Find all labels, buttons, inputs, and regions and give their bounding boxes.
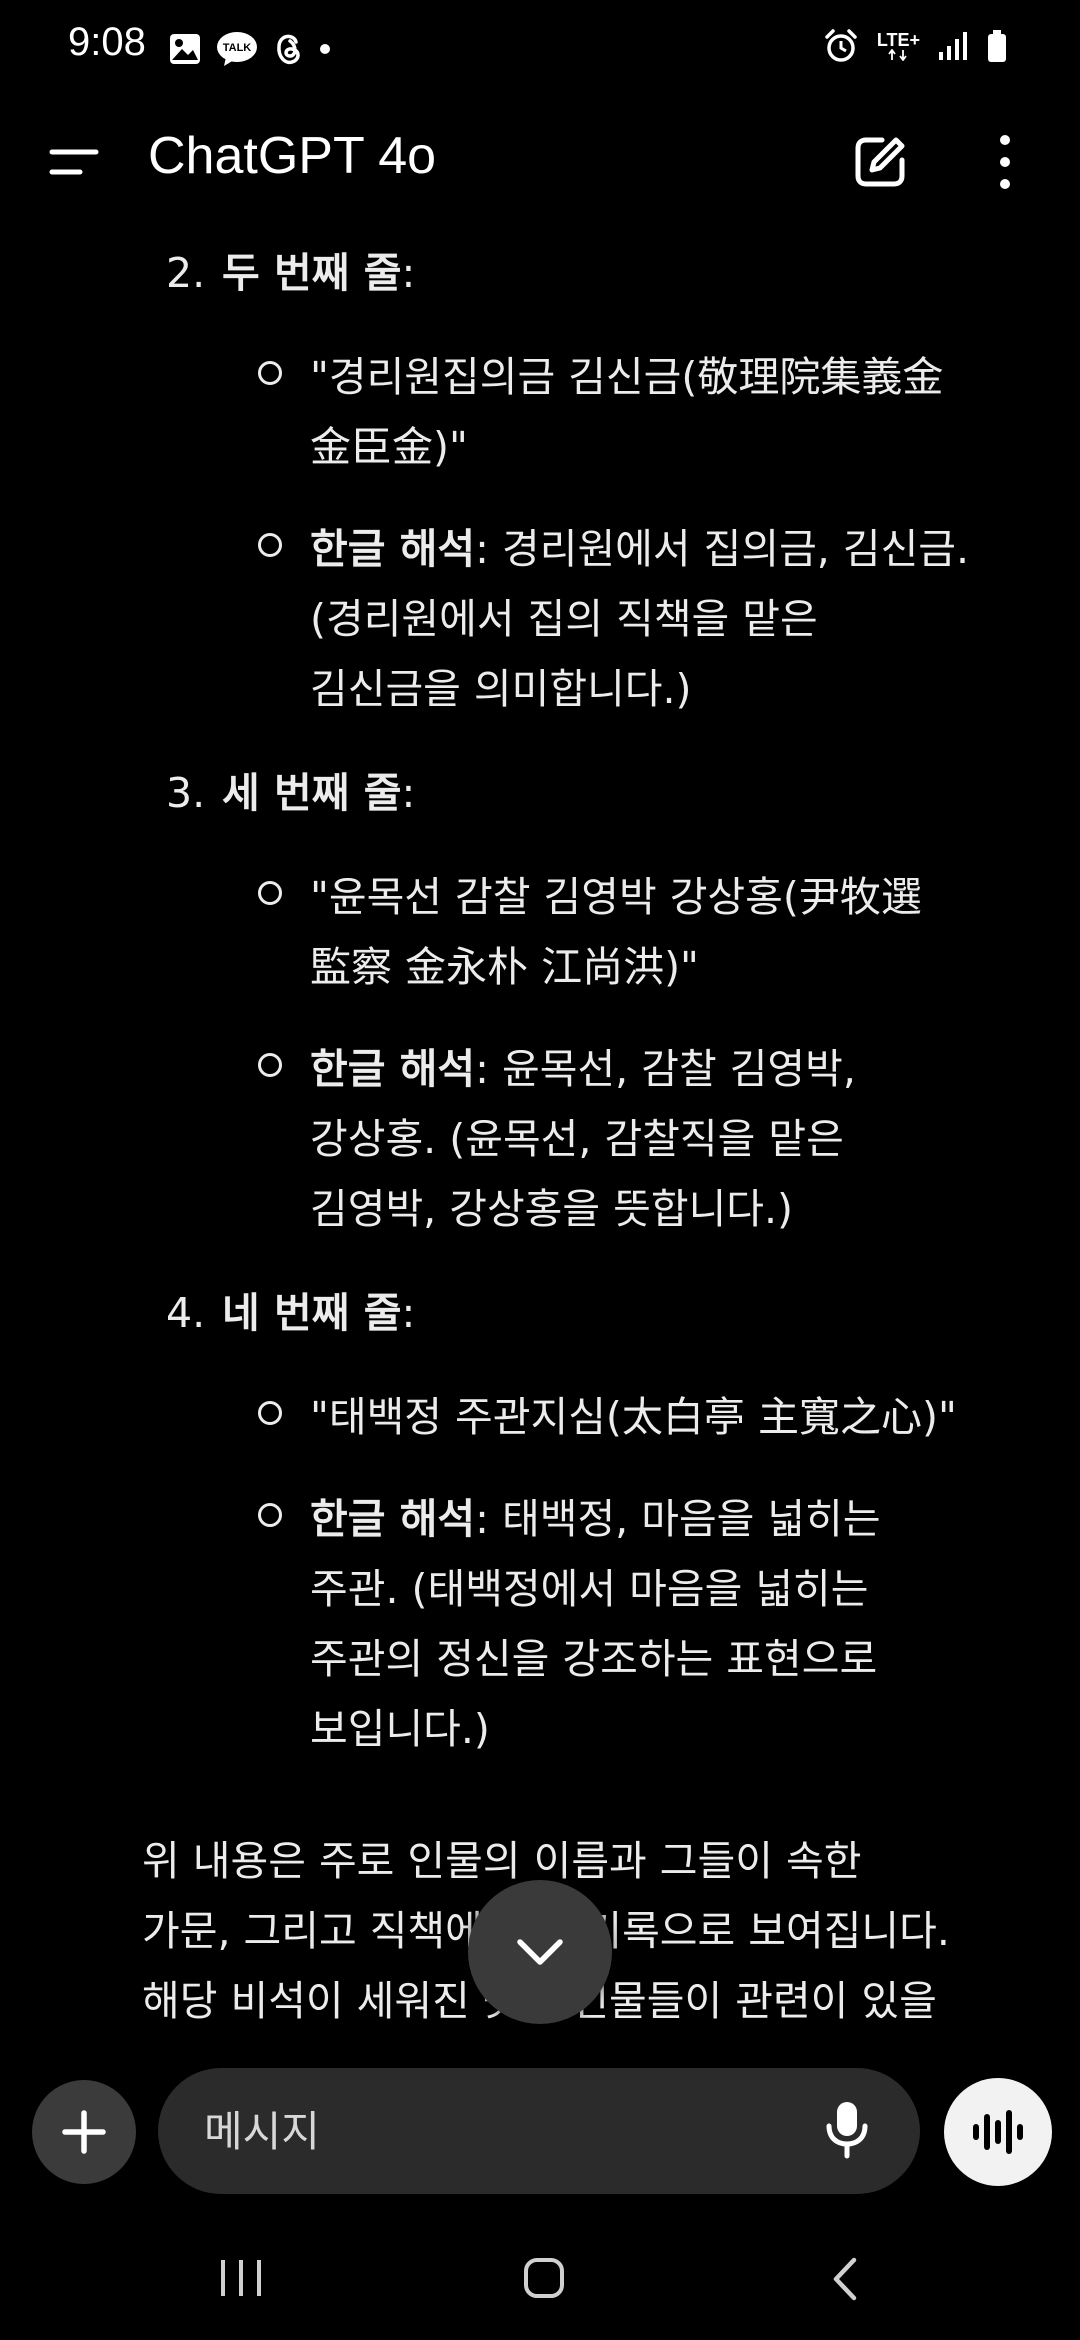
list-item: 4. 네 번째 줄: [166,1278,415,1348]
list-number: 2. [166,249,206,297]
attach-button[interactable] [32,2080,136,2184]
talk-icon: TALK [217,32,257,66]
interpretation-line: : 윤목선, 감찰 김영박, [475,1045,856,1093]
talk-badge-text: TALK [223,42,252,54]
app-title[interactable]: ChatGPT 4o [148,126,436,186]
interpretation-label: 한글 해석 [310,1495,476,1543]
list-item: 3. 세 번째 줄: [166,758,415,828]
interpretation-line: 주관. (태백정에서 마음을 넓히는 [310,1565,869,1613]
quote-text: "태백정 주관지심(太白亭 主寬之心)" [310,1382,1030,1452]
threads-icon [277,34,300,65]
status-left-icons: TALK [168,30,332,68]
message-input[interactable]: 메시지 [158,2068,920,2194]
new-chat-icon[interactable] [852,134,908,190]
bullet-icon [258,1401,282,1425]
chat-message: 2. 두 번째 줄: "경리원집의금 김신금(敬理院集義金 金臣金)" 한글 해석… [0,230,1080,2030]
quote-text: "경리원집의금 김신금(敬理院集義金 金臣金)" [310,342,1030,482]
list-heading-suffix: : [401,249,416,297]
interpretation-text: 한글 해석: 태백정, 마음을 넓히는 주관. (태백정에서 마음을 넓히는 주… [310,1484,1030,1764]
list-heading-suffix: : [401,1289,416,1337]
gallery-icon [170,34,200,64]
list-heading: 네 번째 줄 [222,1289,402,1337]
battery-icon [988,30,1006,62]
list-heading-suffix: : [401,769,416,817]
interpretation-text: 한글 해석: 경리원에서 집의금, 김신금. (경리원에서 집의 직책을 맡은 … [310,514,1030,724]
bullet-icon [258,1503,282,1527]
interpretation-line: 강상홍. (윤목선, 감찰직을 맡은 [310,1115,844,1163]
signal-icon [939,32,967,60]
interpretation-line: : 태백정, 마음을 넓히는 [475,1495,881,1543]
menu-icon[interactable] [46,142,100,182]
quote-line: "경리원집의금 김신금(敬理院集義金 [310,353,944,401]
lte-label: LTE+ [876,30,920,50]
interpretation-line: : 경리원에서 집의금, 김신금. [475,525,970,573]
bullet-icon [258,1053,282,1077]
summary-line: 위 내용은 주로 인물의 이름과 그들이 속한 [142,1837,862,1885]
home-icon[interactable] [522,2256,566,2300]
interpretation-line: (경리원에서 집의 직책을 맡은 [310,595,818,643]
quote-line: 監察 金永朴 江尚洪)" [310,943,699,991]
quote-line: "윤목선 감찰 김영박 강상홍(尹牧選 [310,873,922,921]
message-placeholder: 메시지 [204,2107,320,2156]
quote-line: "태백정 주관지심(太白亭 主寬之心)" [310,1393,957,1441]
list-heading: 세 번째 줄 [222,769,402,817]
quote-line: 金臣金)" [310,423,468,471]
more-vert-icon[interactable] [990,132,1020,192]
recents-icon[interactable] [218,2256,264,2300]
back-icon[interactable] [830,2256,860,2302]
dot-icon [320,44,330,54]
bullet-icon [258,361,282,385]
lte-icon: LTE+ [877,31,920,61]
alarm-icon [825,29,857,62]
interpretation-label: 한글 해석 [310,1045,476,1093]
list-heading: 두 번째 줄 [222,249,402,297]
interpretation-text: 한글 해석: 윤목선, 감찰 김영박, 강상홍. (윤목선, 감찰직을 맡은 김… [310,1034,1030,1244]
list-number: 4. [166,1289,206,1337]
bullet-icon [258,533,282,557]
list-number: 3. [166,769,206,817]
list-item: 2. 두 번째 줄: [166,238,415,308]
interpretation-line: 김신금을 의미합니다.) [310,665,692,713]
scroll-to-bottom-button[interactable] [468,1880,612,2024]
chevron-down-icon [517,1939,563,1965]
bullet-icon [258,881,282,905]
navigation-bar [0,2230,1080,2340]
interpretation-line: 김영박, 강상홍을 뜻합니다.) [310,1185,794,1233]
voice-mode-button[interactable] [944,2078,1052,2186]
interpretation-line: 보입니다.) [310,1705,490,1753]
plus-icon [62,2110,106,2154]
status-right-icons: LTE+ [823,28,1008,64]
status-time: 9:08 [68,20,146,64]
status-bar: 9:08 TALK LTE+ [0,0,1080,100]
interpretation-label: 한글 해석 [310,525,476,573]
interpretation-line: 주관의 정신을 강조하는 표현으로 [310,1635,878,1683]
voice-wave-icon [973,2110,1023,2154]
quote-text: "윤목선 감찰 김영박 강상홍(尹牧選 監察 金永朴 江尚洪)" [310,862,1030,1002]
app-bar: ChatGPT 4o [0,108,1080,208]
mic-icon[interactable] [822,2098,872,2162]
